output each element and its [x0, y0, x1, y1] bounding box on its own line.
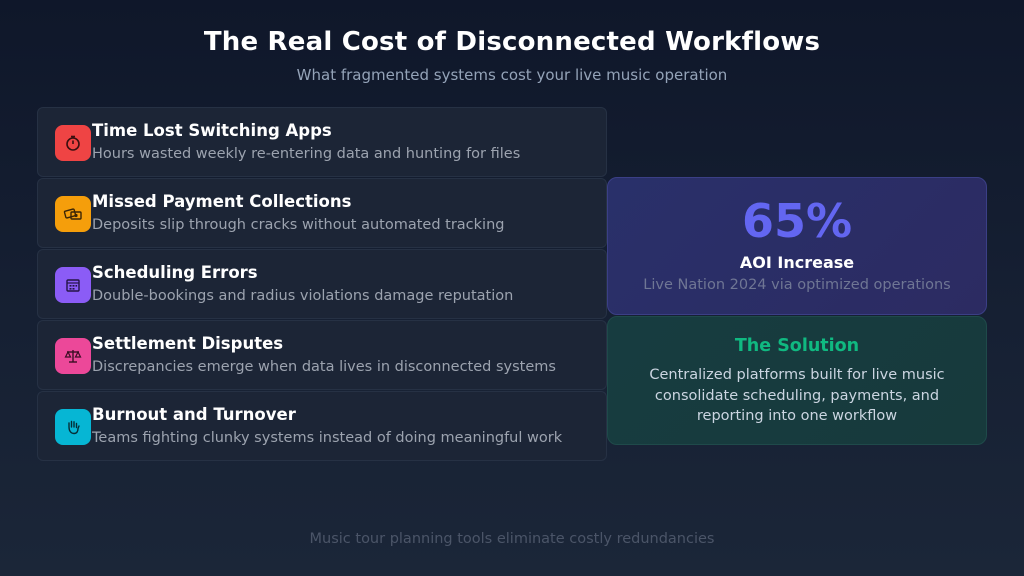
card-description: Double-bookings and radius violations da…: [92, 288, 514, 304]
card-title: Time Lost Switching Apps: [92, 121, 332, 140]
stat-label: AOI Increase: [739, 253, 855, 272]
hand-icon: [55, 409, 91, 445]
cost-card-missed-payments: Missed Payment Collections Deposits slip…: [37, 178, 607, 248]
card-description: Hours wasted weekly re-entering data and…: [92, 146, 521, 162]
card-title: Burnout and Turnover: [92, 405, 296, 424]
stat-source: Live Nation 2024 via optimized operation…: [643, 277, 951, 293]
solution-text: Centralized platforms built for live mus…: [649, 367, 945, 424]
stopwatch-icon: [55, 125, 91, 161]
solution-title: The Solution: [734, 336, 860, 356]
page-title: The Real Cost of Disconnected Workflows: [203, 27, 821, 57]
cost-card-burnout: Burnout and Turnover Teams fighting clun…: [37, 391, 607, 461]
cost-card-time-lost: Time Lost Switching Apps Hours wasted we…: [37, 107, 607, 177]
card-title: Settlement Disputes: [92, 334, 284, 353]
cost-card-list: Time Lost Switching Apps Hours wasted we…: [37, 107, 607, 462]
footer-note: Music tour planning tools eliminate cost…: [309, 531, 715, 547]
stat-value: 65%: [741, 194, 853, 248]
card-description: Discrepancies emerge when data lives in …: [92, 359, 556, 375]
card-description: Deposits slip through cracks without aut…: [92, 217, 505, 233]
card-title: Missed Payment Collections: [92, 192, 352, 211]
card-title: Scheduling Errors: [92, 263, 258, 282]
card-description: Teams fighting clunky systems instead of…: [92, 430, 563, 446]
calendar-icon: [55, 267, 91, 303]
scales-icon: [55, 338, 91, 374]
stat-panel: 65% AOI Increase Live Nation 2024 via op…: [607, 177, 987, 315]
cost-card-scheduling-errors: Scheduling Errors Double-bookings and ra…: [37, 249, 607, 319]
page-subtitle: What fragmented systems cost your live m…: [296, 66, 728, 84]
money-icon: [55, 196, 91, 232]
cost-card-settlement-disputes: Settlement Disputes Discrepancies emerge…: [37, 320, 607, 390]
solution-panel: The Solution Centralized platforms built…: [607, 316, 987, 445]
